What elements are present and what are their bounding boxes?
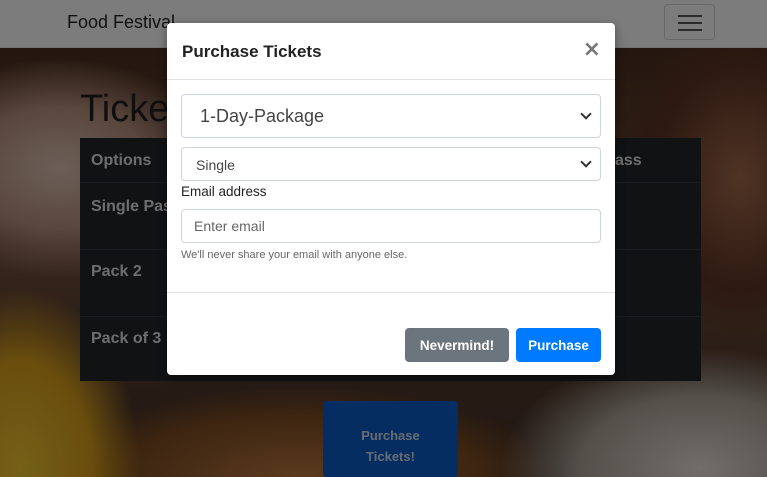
ticket-type-select[interactable]: Single <box>181 147 601 181</box>
purchase-modal: Purchase Tickets × 1-Day-Package Single … <box>167 23 615 375</box>
nevermind-button[interactable]: Nevermind! <box>405 328 509 362</box>
email-help-text: We'll never share your email with anyone… <box>181 249 408 261</box>
email-input[interactable] <box>181 209 601 243</box>
modal-footer: Nevermind! Purchase <box>167 292 615 375</box>
package-select[interactable]: 1-Day-Package <box>181 94 601 138</box>
close-icon[interactable]: × <box>583 37 601 62</box>
modal-header: Purchase Tickets × <box>167 23 615 80</box>
email-label: Email address <box>181 184 267 199</box>
chevron-down-icon <box>580 156 592 168</box>
modal-title: Purchase Tickets <box>182 42 322 61</box>
ticket-type-select-value: Single <box>196 157 235 173</box>
purchase-button[interactable]: Purchase <box>516 328 601 362</box>
chevron-down-icon <box>580 108 592 120</box>
package-select-value: 1-Day-Package <box>200 106 325 126</box>
